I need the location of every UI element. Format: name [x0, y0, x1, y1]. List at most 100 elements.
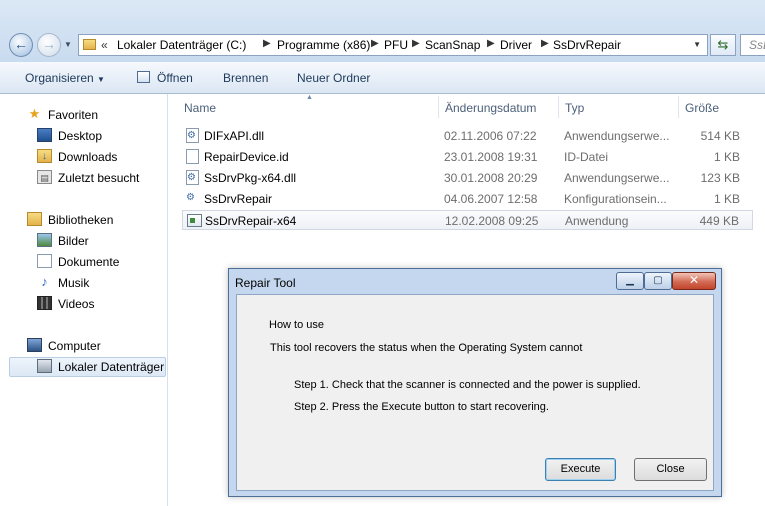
- address-bar-area: ← → ▼ « Lokaler Datenträger (C:) ▶ Progr…: [0, 0, 765, 62]
- dialog-description: This tool recovers the status when the O…: [270, 342, 583, 354]
- column-header-size[interactable]: Größe: [685, 101, 719, 115]
- repair-tool-dialog: Repair Tool ▁ ▢ ✕ How to use This tool r…: [228, 268, 722, 497]
- step-1-text: Step 1. Check that the scanner is connec…: [294, 379, 641, 391]
- nav-computer-label: Computer: [48, 339, 101, 353]
- dll-gear-icon: [186, 128, 199, 143]
- file-name: RepairDevice.id: [204, 150, 289, 164]
- nav-favorites-label: Favoriten: [48, 108, 99, 122]
- back-arrow-icon: ←: [14, 36, 28, 52]
- file-date: 04.06.2007 12:58: [444, 192, 538, 206]
- search-input[interactable]: SsD: [740, 34, 765, 56]
- file-row[interactable]: SsDrvPkg-x64.dll 30.01.2008 20:29 Anwend…: [182, 168, 753, 188]
- breadcrumb-ssdrvrepair[interactable]: SsDrvRepair: [553, 38, 621, 52]
- navigation-pane: ★ Favoriten Desktop ↓ Downloads ▤ Zuletz…: [0, 94, 168, 506]
- recent-pages-dropdown[interactable]: ▼: [64, 40, 72, 49]
- application-icon: [187, 214, 202, 227]
- downloads-icon: ↓: [37, 149, 52, 163]
- column-divider[interactable]: [438, 96, 439, 118]
- address-dropdown-icon[interactable]: ▼: [693, 40, 701, 49]
- execute-button[interactable]: Execute: [545, 458, 616, 481]
- nav-libraries-label: Bibliotheken: [48, 213, 114, 227]
- nav-local-disk-label: Lokaler Datenträger: [58, 360, 165, 374]
- hard-drive-icon: [37, 359, 52, 373]
- refresh-icon: ⇆: [717, 37, 729, 52]
- breadcrumb-programme[interactable]: Programme (x86): [277, 38, 370, 52]
- libraries-icon: [27, 212, 42, 226]
- forward-arrow-icon: →: [42, 36, 56, 52]
- breadcrumb-local-disk[interactable]: Lokaler Datenträger (C:): [117, 38, 246, 52]
- file-name: SsDrvRepair: [204, 192, 273, 206]
- back-button[interactable]: ←: [9, 33, 33, 57]
- nav-pictures-label: Bilder: [58, 234, 89, 248]
- file-type: Anwendungserwe...: [564, 171, 670, 185]
- breadcrumb-separator[interactable]: ▶: [263, 38, 271, 49]
- file-icon: [186, 149, 199, 164]
- minimize-button[interactable]: ▁: [616, 272, 644, 290]
- window-close-button[interactable]: ✕: [672, 272, 716, 290]
- column-header-date[interactable]: Änderungsdatum: [445, 101, 536, 115]
- file-row-selected[interactable]: SsDrvRepair-x64 12.02.2008 09:25 Anwendu…: [182, 210, 753, 230]
- file-type: Anwendung: [565, 214, 629, 228]
- nav-music-label: Musik: [58, 276, 90, 290]
- file-type: ID-Datei: [564, 150, 609, 164]
- nav-downloads-label: Downloads: [58, 150, 118, 164]
- nav-recent-label: Zuletzt besucht: [58, 171, 140, 185]
- music-note-icon: ♪: [41, 274, 48, 289]
- breadcrumb-separator[interactable]: ▶: [541, 38, 549, 49]
- breadcrumb-driver[interactable]: Driver: [500, 38, 532, 52]
- open-icon: [137, 71, 150, 83]
- breadcrumb-separator[interactable]: ▶: [412, 38, 420, 49]
- column-divider[interactable]: [558, 96, 559, 118]
- pictures-icon: [37, 233, 52, 247]
- file-date: 23.01.2008 19:31: [444, 150, 538, 164]
- file-type: Konfigurationsein...: [564, 192, 667, 206]
- file-name: SsDrvRepair-x64: [205, 214, 297, 228]
- breadcrumb-separator[interactable]: ▶: [487, 38, 495, 49]
- dll-gear-icon: [186, 170, 199, 185]
- file-type: Anwendungserwe...: [564, 129, 670, 143]
- maximize-button[interactable]: ▢: [644, 272, 672, 290]
- minimize-icon: ▁: [626, 275, 634, 286]
- documents-icon: [37, 254, 52, 268]
- command-bar: Organisieren ▼ Öffnen Brennen Neuer Ordn…: [0, 62, 765, 94]
- videos-icon: [37, 296, 52, 310]
- file-row[interactable]: DIFxAPI.dll 02.11.2006 07:22 Anwendungse…: [182, 126, 753, 146]
- organize-button[interactable]: Organisieren ▼: [25, 71, 105, 85]
- column-divider[interactable]: [678, 96, 679, 118]
- star-icon: ★: [28, 106, 41, 121]
- close-button[interactable]: Close: [634, 458, 707, 481]
- refresh-button[interactable]: ⇆: [710, 34, 736, 56]
- file-date: 30.01.2008 20:29: [444, 171, 538, 185]
- nav-videos-label: Videos: [58, 297, 95, 311]
- file-size: 1 KB: [713, 192, 740, 206]
- step-2-text: Step 2. Press the Execute button to star…: [294, 401, 549, 413]
- breadcrumb-scansnap[interactable]: ScanSnap: [425, 38, 480, 52]
- column-header-name[interactable]: Name: [184, 101, 216, 115]
- file-date: 02.11.2006 07:22: [444, 129, 537, 143]
- forward-button[interactable]: →: [37, 33, 61, 57]
- close-icon: ✕: [688, 273, 700, 287]
- breadcrumb-separator[interactable]: ▶: [371, 38, 379, 49]
- recent-places-icon: ▤: [37, 170, 52, 184]
- config-gear-icon: [186, 191, 199, 206]
- maximize-icon: ▢: [653, 275, 663, 286]
- address-overflow[interactable]: «: [101, 38, 108, 52]
- column-header-type[interactable]: Typ: [565, 101, 584, 115]
- file-name: DIFxAPI.dll: [204, 129, 265, 143]
- file-size: 1 KB: [713, 150, 740, 164]
- file-row[interactable]: RepairDevice.id 23.01.2008 19:31 ID-Date…: [182, 147, 753, 167]
- nav-documents-label: Dokumente: [58, 255, 120, 269]
- burn-button[interactable]: Brennen: [223, 71, 268, 85]
- dialog-body: How to use This tool recovers the status…: [236, 294, 714, 491]
- file-row[interactable]: SsDrvRepair 04.06.2007 12:58 Konfigurati…: [182, 189, 753, 209]
- breadcrumb-pfu[interactable]: PFU: [384, 38, 408, 52]
- organize-label: Organisieren: [25, 71, 94, 85]
- file-size: 449 KB: [699, 214, 739, 228]
- file-size: 514 KB: [700, 129, 740, 143]
- file-name: SsDrvPkg-x64.dll: [204, 171, 297, 185]
- desktop-icon: [37, 128, 52, 142]
- address-box[interactable]: « Lokaler Datenträger (C:) ▶ Programme (…: [78, 34, 708, 56]
- open-button[interactable]: Öffnen: [157, 71, 193, 85]
- chevron-down-icon: ▼: [97, 75, 105, 84]
- new-folder-button[interactable]: Neuer Ordner: [297, 71, 370, 85]
